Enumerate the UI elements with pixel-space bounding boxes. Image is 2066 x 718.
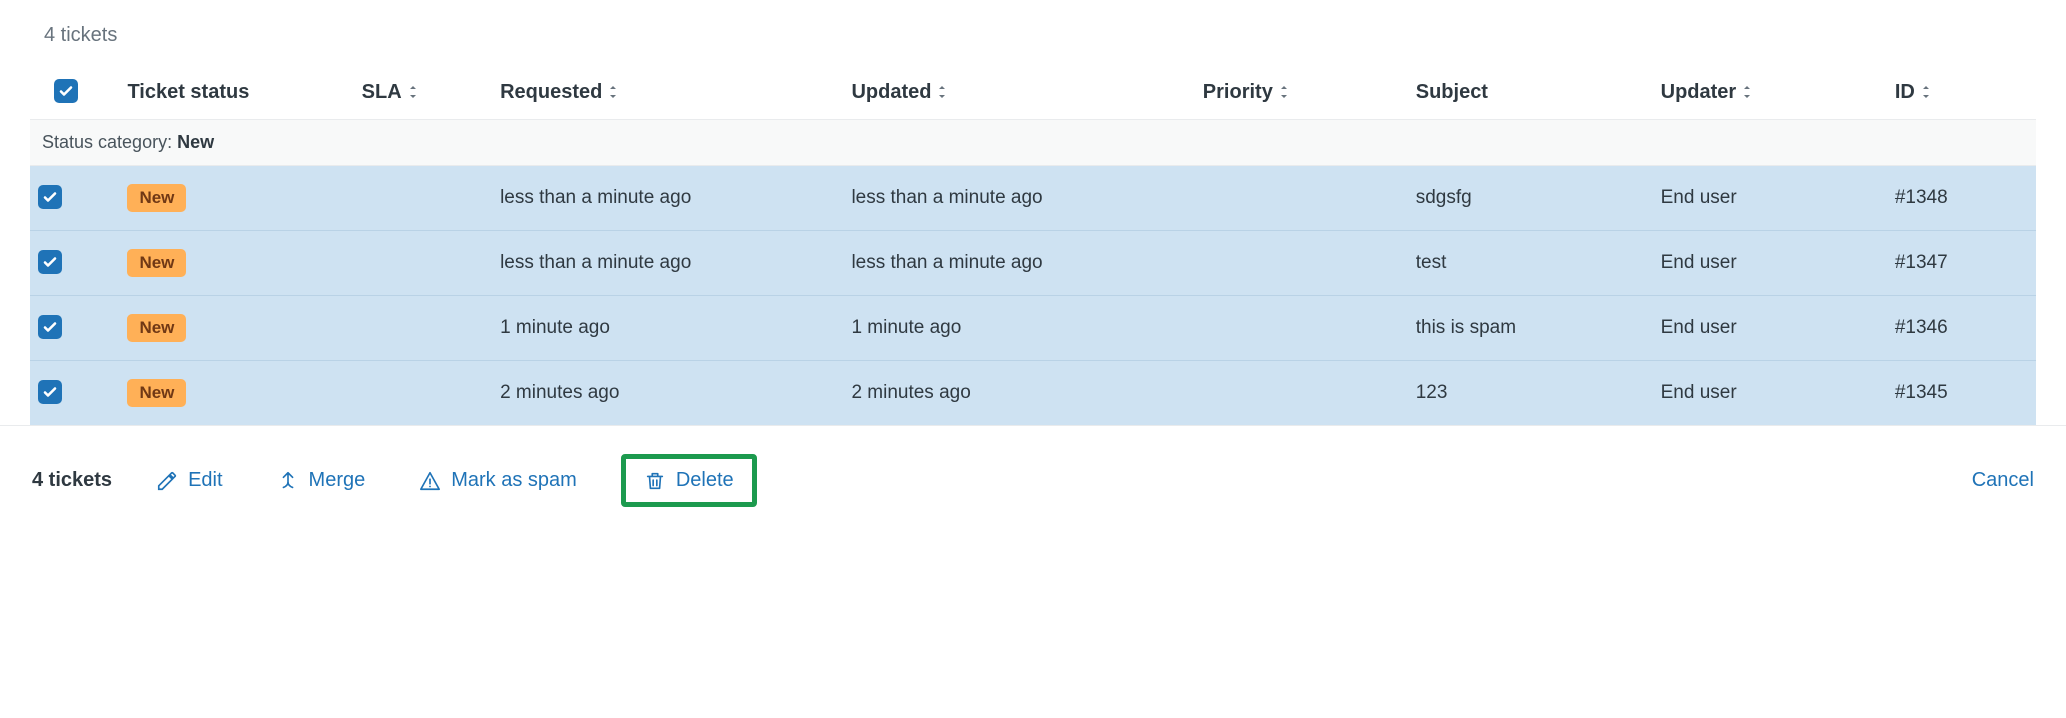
col-sla-label: SLA bbox=[362, 81, 402, 103]
sort-icon bbox=[1277, 84, 1291, 100]
pencil-icon bbox=[156, 470, 178, 492]
cell-priority bbox=[1195, 166, 1408, 231]
cell-requested: 1 minute ago bbox=[492, 296, 843, 361]
cell-sla bbox=[354, 166, 492, 231]
cell-id: #1348 bbox=[1887, 166, 2036, 231]
cell-updater: End user bbox=[1653, 166, 1887, 231]
col-subject: Subject bbox=[1408, 65, 1653, 120]
col-ticket-status-label: Ticket status bbox=[127, 81, 249, 103]
group-header-row: Status category: New bbox=[30, 120, 2036, 166]
table-row[interactable]: New less than a minute ago less than a m… bbox=[30, 166, 2036, 231]
cancel-button[interactable]: Cancel bbox=[1972, 469, 2034, 492]
sort-icon bbox=[606, 84, 620, 100]
sort-icon bbox=[935, 84, 949, 100]
merge-button[interactable]: Merge bbox=[267, 463, 376, 498]
status-badge: New bbox=[127, 249, 186, 277]
cell-subject: 123 bbox=[1408, 361, 1653, 426]
cell-sla bbox=[354, 361, 492, 426]
col-id-label: ID bbox=[1895, 81, 1915, 103]
tickets-table: Ticket status SLA Requested Updated Prio… bbox=[30, 65, 2036, 425]
checkmark-icon bbox=[42, 319, 58, 335]
cell-subject: sdgsfg bbox=[1408, 166, 1653, 231]
row-checkbox[interactable] bbox=[38, 315, 62, 339]
cell-id: #1347 bbox=[1887, 231, 2036, 296]
row-checkbox[interactable] bbox=[38, 185, 62, 209]
status-badge: New bbox=[127, 379, 186, 407]
col-sla[interactable]: SLA bbox=[354, 65, 492, 120]
sort-icon bbox=[1740, 84, 1754, 100]
col-ticket-status: Ticket status bbox=[119, 65, 353, 120]
checkmark-icon bbox=[42, 189, 58, 205]
col-priority[interactable]: Priority bbox=[1195, 65, 1408, 120]
cell-requested: less than a minute ago bbox=[492, 166, 843, 231]
col-updated[interactable]: Updated bbox=[843, 65, 1194, 120]
cell-requested: 2 minutes ago bbox=[492, 361, 843, 426]
cell-id: #1346 bbox=[1887, 296, 2036, 361]
merge-icon bbox=[277, 470, 299, 492]
spam-label: Mark as spam bbox=[451, 469, 577, 492]
cell-priority bbox=[1195, 296, 1408, 361]
col-subject-label: Subject bbox=[1416, 81, 1488, 103]
cell-updater: End user bbox=[1653, 361, 1887, 426]
table-row[interactable]: New 2 minutes ago 2 minutes ago 123 End … bbox=[30, 361, 2036, 426]
sort-icon bbox=[1919, 84, 1933, 100]
checkmark-icon bbox=[42, 254, 58, 270]
row-checkbox[interactable] bbox=[38, 250, 62, 274]
row-checkbox[interactable] bbox=[38, 380, 62, 404]
status-badge: New bbox=[127, 184, 186, 212]
col-id[interactable]: ID bbox=[1887, 65, 2036, 120]
cell-updated: less than a minute ago bbox=[843, 166, 1194, 231]
status-badge: New bbox=[127, 314, 186, 342]
cell-requested: less than a minute ago bbox=[492, 231, 843, 296]
bulk-action-toolbar: 4 tickets Edit Merge Mark as spam Delete… bbox=[0, 425, 2066, 529]
cell-updater: End user bbox=[1653, 296, 1887, 361]
checkmark-icon bbox=[42, 384, 58, 400]
col-updater-label: Updater bbox=[1661, 81, 1737, 103]
cell-subject: test bbox=[1408, 231, 1653, 296]
col-requested-label: Requested bbox=[500, 81, 602, 103]
edit-button[interactable]: Edit bbox=[146, 463, 232, 498]
cell-updated: less than a minute ago bbox=[843, 231, 1194, 296]
edit-label: Edit bbox=[188, 469, 222, 492]
col-priority-label: Priority bbox=[1203, 81, 1273, 103]
cell-priority bbox=[1195, 231, 1408, 296]
table-row[interactable]: New less than a minute ago less than a m… bbox=[30, 231, 2036, 296]
trash-icon bbox=[644, 470, 666, 492]
cell-updated: 1 minute ago bbox=[843, 296, 1194, 361]
cell-updater: End user bbox=[1653, 231, 1887, 296]
group-value: New bbox=[177, 132, 214, 152]
cell-id: #1345 bbox=[1887, 361, 2036, 426]
col-updated-label: Updated bbox=[851, 81, 931, 103]
col-updater[interactable]: Updater bbox=[1653, 65, 1887, 120]
select-all-checkbox[interactable] bbox=[54, 79, 78, 103]
delete-button[interactable]: Delete bbox=[621, 454, 757, 507]
merge-label: Merge bbox=[309, 469, 366, 492]
mark-as-spam-button[interactable]: Mark as spam bbox=[409, 463, 587, 498]
table-row[interactable]: New 1 minute ago 1 minute ago this is sp… bbox=[30, 296, 2036, 361]
cell-sla bbox=[354, 296, 492, 361]
group-label: Status category: bbox=[42, 132, 172, 152]
cell-subject: this is spam bbox=[1408, 296, 1653, 361]
checkmark-icon bbox=[58, 83, 74, 99]
cell-sla bbox=[354, 231, 492, 296]
sort-icon bbox=[406, 84, 420, 100]
delete-label: Delete bbox=[676, 469, 734, 492]
warning-icon bbox=[419, 470, 441, 492]
selection-count: 4 tickets bbox=[32, 469, 112, 492]
col-requested[interactable]: Requested bbox=[492, 65, 843, 120]
ticket-count: 4 tickets bbox=[30, 16, 2036, 65]
cell-updated: 2 minutes ago bbox=[843, 361, 1194, 426]
cell-priority bbox=[1195, 361, 1408, 426]
